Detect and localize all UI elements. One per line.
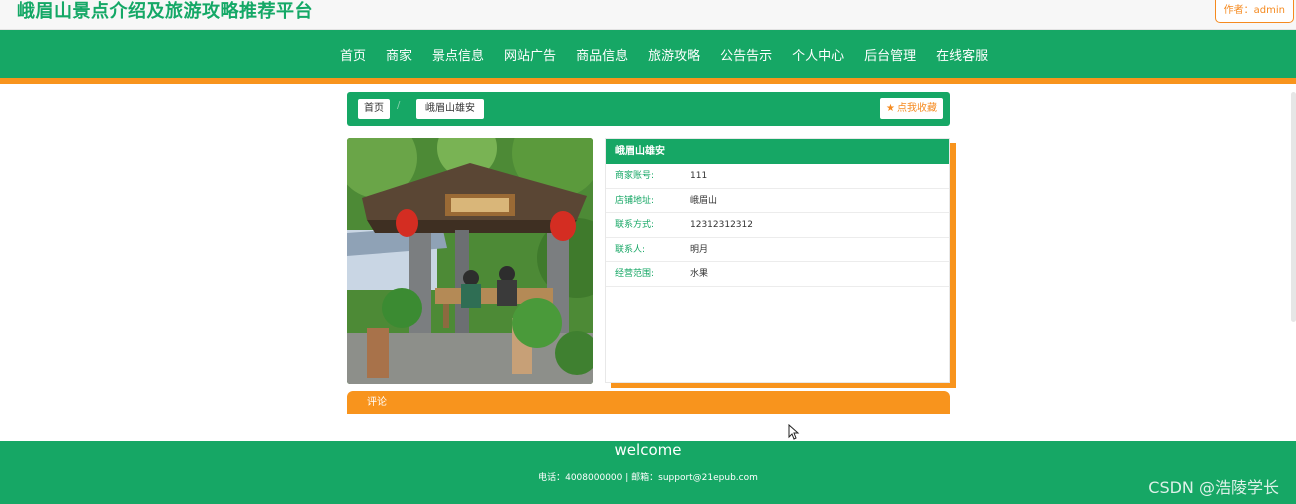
nav-item-personal-center[interactable]: 个人中心 [792,45,844,64]
breadcrumb: 首页 / 峨眉山雄安 ★ 点我收藏 [347,92,950,126]
page: 峨眉山景点介绍及旅游攻略推荐平台 作者：admin 首页 商家 景点信息 网站广… [0,0,1296,504]
favorite-button[interactable]: ★ 点我收藏 [880,98,943,119]
info-row: 联系人: 明月 [606,238,949,263]
merchant-info-card: 峨眉山雄安 商家账号: 111 店铺地址: 峨眉山 联系方式: 12312312… [605,138,950,383]
nav-item-admin[interactable]: 后台管理 [864,45,916,64]
info-value: 明月 [690,244,709,255]
info-label: 联系方式: [615,220,655,231]
nav-item-ads[interactable]: 网站广告 [504,45,556,64]
nav-item-home[interactable]: 首页 [340,45,366,64]
info-label: 店铺地址: [615,195,655,206]
nav-item-scenic-info[interactable]: 景点信息 [432,45,484,64]
author-badge[interactable]: 作者：admin [1214,0,1294,23]
footer: welcome 电话：4008000000 | 邮箱：support@21epu… [0,441,1296,504]
nav-accent-stripe [0,78,1296,84]
watermark: CSDN @浩陵学长 [1148,478,1279,497]
footer-contact: 电话：4008000000 | 邮箱：support@21epub.com [538,473,758,483]
breadcrumb-separator: / [397,100,401,111]
footer-title: welcome [614,441,682,459]
info-value: 峨眉山 [690,195,718,206]
info-row: 店铺地址: 峨眉山 [606,189,949,214]
site-title: 峨眉山景点介绍及旅游攻略推荐平台 [17,1,313,22]
top-header: 峨眉山景点介绍及旅游攻略推荐平台 作者：admin [0,0,1296,30]
merchant-photo [347,138,593,384]
pavilion-image [347,138,593,384]
nav-item-travel-guides[interactable]: 旅游攻略 [648,45,700,64]
info-row: 联系方式: 12312312312 [606,213,949,238]
nav-item-merchants[interactable]: 商家 [386,45,412,64]
info-row: 商家账号: 111 [606,164,949,189]
nav-item-online-service[interactable]: 在线客服 [936,45,988,64]
nav-item-announcements[interactable]: 公告告示 [720,45,772,64]
favorite-button-label: 点我收藏 [897,103,937,114]
comment-section-header[interactable]: 评论 [347,391,950,414]
mouse-cursor-icon [788,424,800,440]
info-label: 经营范围: [615,269,655,280]
nav-item-products[interactable]: 商品信息 [576,45,628,64]
breadcrumb-home-link[interactable]: 首页 [358,99,390,119]
card-title: 峨眉山雄安 [606,139,949,164]
main-navigation: 首页 商家 景点信息 网站广告 商品信息 旅游攻略 公告告示 个人中心 后台管理… [0,30,1296,78]
info-label: 联系人: [615,244,646,255]
info-label: 商家账号: [615,171,655,181]
info-value: 111 [690,171,708,181]
info-row: 经营范围: 水果 [606,262,949,287]
scrollbar[interactable] [1291,92,1296,322]
info-value: 水果 [690,269,709,280]
breadcrumb-current: 峨眉山雄安 [416,99,484,119]
info-value: 12312312312 [690,220,753,231]
star-icon: ★ [886,103,895,114]
